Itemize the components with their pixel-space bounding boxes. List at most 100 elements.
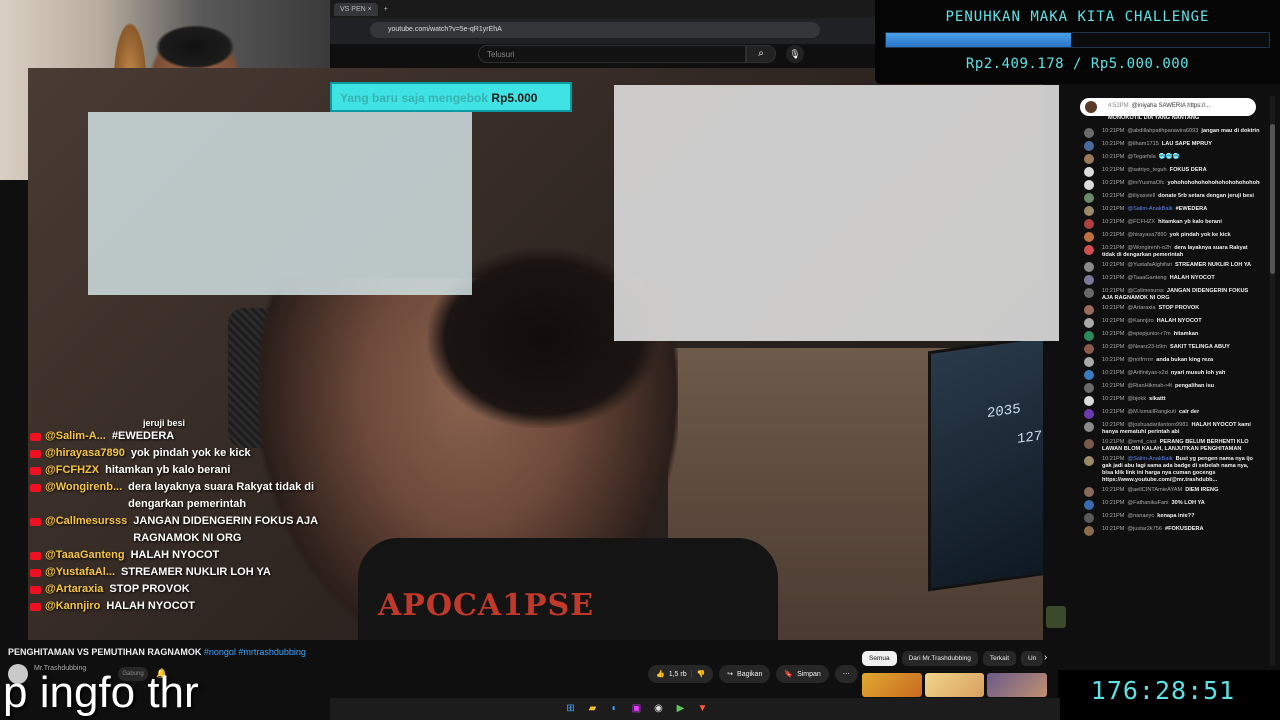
chat-text: hitamkan yb kalo berani (1158, 219, 1222, 225)
chevron-right-icon[interactable]: › (1044, 652, 1047, 663)
edge-browser-icon[interactable]: ◐ (607, 701, 622, 716)
chat-username[interactable]: @M.IsmailRangkuti (1127, 409, 1176, 415)
chat-message[interactable]: 10:21PM @emil_cast PERANG BELUM BERHENTI K… (1080, 439, 1260, 453)
chat-timestamp: 10:21PM (1102, 128, 1125, 134)
chat-message[interactable]: 10:21PM @M.IsmailRangkuti cair der (1080, 409, 1260, 419)
chat-message[interactable]: MONOKOTIL DIA YANG NANTANG (1080, 115, 1260, 125)
app-icon[interactable]: ▣ (629, 701, 644, 716)
chat-username[interactable]: @TaaaGanteng (1127, 275, 1166, 281)
tab-all[interactable]: Semua (862, 651, 897, 666)
chat-message[interactable]: 10:21PM @Artaraxia STOP PROVOK (1080, 305, 1260, 315)
chat-message[interactable]: 10:21PM @RianHikmah-r4t pengalihan isu (1080, 383, 1260, 393)
chat-username[interactable]: @Wongirenh-o2h (1127, 245, 1171, 251)
chat-message[interactable]: 10:21PM @FCFHZX hitamkan yb kalo berani (1080, 219, 1260, 229)
chat-text: jangan mau di doktrin (1201, 128, 1260, 134)
chat-username[interactable]: @epepjunior-r7m (1127, 331, 1170, 337)
brave-browser-icon[interactable]: ▼ (695, 701, 710, 716)
share-button[interactable]: ↪ Bagikan (719, 665, 771, 683)
chat-message[interactable]: 10:21PM @noifrrrrrr anda bukan king reza (1080, 357, 1260, 367)
chat-username[interactable]: @Artaraxia (1127, 305, 1155, 311)
chat-message[interactable]: 10:21PM @FathanikuFani 30% LOH YA (1080, 500, 1260, 510)
windows-start-icon[interactable]: ⊞ (563, 701, 578, 716)
chat-username[interactable]: @Nearz23-b9m (1127, 344, 1167, 350)
folder-icon[interactable]: ▰ (585, 701, 600, 716)
chat-message[interactable]: 10:21PM @justar2k756 #FOKUSDERA (1080, 526, 1260, 536)
chat-message[interactable]: 10:21PM @bjekk sikattt (1080, 396, 1260, 406)
browser-tab[interactable]: VS PEN × (334, 2, 378, 16)
chat-message[interactable]: 10:21PM @TaaaGanteng HALAH NYOCOT (1080, 275, 1260, 285)
obs-icon[interactable]: ◉ (651, 701, 666, 716)
chat-scrollbar[interactable] (1270, 96, 1275, 666)
avatar (1084, 288, 1094, 298)
tab-from-channel[interactable]: Dari Mr.Trashdubbing (901, 651, 978, 666)
more-actions-button[interactable]: ⋯ (834, 665, 858, 683)
like-button[interactable]: 👍 1,5 rb | 👎 (648, 665, 714, 683)
youtube-icon (30, 552, 41, 560)
chat-username[interactable]: @Salim-AnakBaik (1127, 456, 1172, 462)
chat-username[interactable]: @emil_cast (1127, 439, 1156, 445)
chat-message[interactable]: 10:21PM @Tegarfsla 🥶🥶🥶 (1080, 154, 1260, 164)
avatar (1085, 101, 1097, 113)
video-thumbnail[interactable] (924, 673, 985, 697)
chat-username[interactable]: @ilham1715 (1127, 141, 1159, 147)
chat-username[interactable]: @Callmesurss (1127, 288, 1163, 294)
play-icon[interactable]: ▶ (673, 701, 688, 716)
tab-more[interactable]: Un (1021, 651, 1044, 666)
chat-username[interactable]: @justar2k756 (1127, 526, 1162, 532)
chat-message[interactable]: 10:21PM @satriyo_teguh FOKUS DERA (1080, 167, 1260, 177)
chat-username[interactable]: @nanaeyc (1127, 513, 1154, 519)
chat-message[interactable]: 10:21PM @abdillahpatihparawira6093 jangan … (1080, 128, 1260, 138)
voice-search-button[interactable]: 🎙 (786, 45, 804, 63)
chat-username[interactable]: @Kannjiro (1127, 318, 1153, 324)
pinned-message[interactable]: 4:52PM @iniyaha SAWERIA https://... (1080, 98, 1256, 116)
close-tab-icon[interactable]: × (368, 6, 372, 13)
search-input[interactable]: Telusuri (478, 45, 746, 63)
chat-username[interactable]: @aellCINTAmieAYAM (1127, 487, 1182, 493)
thumbs-down-icon[interactable]: 👎 (696, 670, 705, 678)
chat-username[interactable]: @Arifiniiyas-x2d (1127, 370, 1168, 376)
chat-username[interactable]: @iniYusmaOfc (1127, 180, 1164, 186)
video-hashtags[interactable]: #nongol #mrtrashdubbing (204, 647, 306, 657)
chat-message[interactable]: 10:21PM @epepjunior-r7m hitamkan (1080, 331, 1260, 341)
chat-username[interactable]: @Salim-AnakBaik (1127, 206, 1172, 212)
chat-username[interactable]: @FathanikuFani (1127, 500, 1168, 506)
video-thumbnail[interactable] (862, 673, 922, 697)
chat-username[interactable]: @joshuadarilantoro9981 (1127, 422, 1188, 428)
search-button[interactable]: ⌕ (746, 45, 776, 63)
video-thumbnail[interactable] (987, 673, 1048, 697)
chat-message[interactable]: 10:21PM @Nearz23-b9m SAKIT TELINGA ABUY (1080, 344, 1260, 354)
address-bar[interactable]: youtube.com/watch?v=5e-qR1yrEhA (370, 22, 820, 38)
video-chat-row: @TaaaGanteng HALAH NYOCOT (30, 547, 330, 564)
chat-message[interactable]: 10:21PM @Salim-AnakBaik #EWEDERA (1080, 206, 1260, 216)
chat-message[interactable]: 10:21PM @nanaeyc kenapa inie?? (1080, 513, 1260, 523)
chat-username[interactable]: @satriyo_teguh (1127, 167, 1166, 173)
chat-username[interactable]: @iliyasviell (1127, 193, 1155, 199)
avatar (1084, 383, 1094, 393)
chat-message[interactable]: 10:21PM @Arifiniiyas-x2d nyari musuh loh y… (1080, 370, 1260, 380)
chat-username[interactable]: @RianHikmah-r4t (1127, 383, 1172, 389)
scrollbar-thumb[interactable] (1270, 124, 1275, 274)
chat-username[interactable]: @bjekk (1127, 396, 1146, 402)
chat-message[interactable]: 10:21PM @hirayasa7890 yok pindah yok ke ki… (1080, 232, 1260, 242)
save-button[interactable]: 🔖 Simpan (776, 665, 829, 683)
chat-username[interactable]: @YustafaAlghifari (1127, 262, 1172, 268)
chat-message[interactable]: 10:21PM @Kannjiro HALAH NYOCOT (1080, 318, 1260, 328)
chat-username[interactable]: @hirayasa7890 (1127, 232, 1166, 238)
chat-message[interactable]: 10:21PM @joshuadarilantoro9981 HALAH NYOCO… (1080, 422, 1260, 436)
chat-username[interactable]: @abdillahpatihparawira6093 (1127, 128, 1198, 134)
chat-message[interactable]: 10:21PM @Salim-AnakBaik Bust yg pengen nam… (1080, 456, 1260, 484)
chat-username[interactable]: @FCFHZX (1127, 219, 1155, 225)
chat-username[interactable]: @Tegarfsla (1127, 154, 1155, 160)
new-tab-button[interactable]: + (384, 6, 388, 13)
tab-related[interactable]: Terkait (982, 651, 1017, 666)
chat-message[interactable]: 10:21PM @Wongirenh-o2h dera layaknya suara… (1080, 245, 1260, 259)
chat-timestamp: 10:21PM (1102, 154, 1125, 160)
chat-message[interactable]: 10:21PM @YustafaAlghifari STREAMER NUKLIR … (1080, 262, 1260, 272)
video-chat-username: @Artaraxia (45, 583, 104, 595)
chat-message[interactable]: 10:21PM @ilham1715 LAU SAPE MPRUY (1080, 141, 1260, 151)
chat-message[interactable]: 10:21PM @iniYusmaOfc yohohohohohohohohohoh… (1080, 180, 1260, 190)
chat-message[interactable]: 10:21PM @aellCINTAmieAYAM DIEM IRENG (1080, 487, 1260, 497)
chat-username[interactable]: @noifrrrrrr (1127, 357, 1153, 363)
chat-message[interactable]: 10:21PM @Callmesurss JANGAN DIDENGERIN FOK… (1080, 288, 1260, 302)
chat-message[interactable]: 10:21PM @iliyasviell donate 5rb setara den… (1080, 193, 1260, 203)
